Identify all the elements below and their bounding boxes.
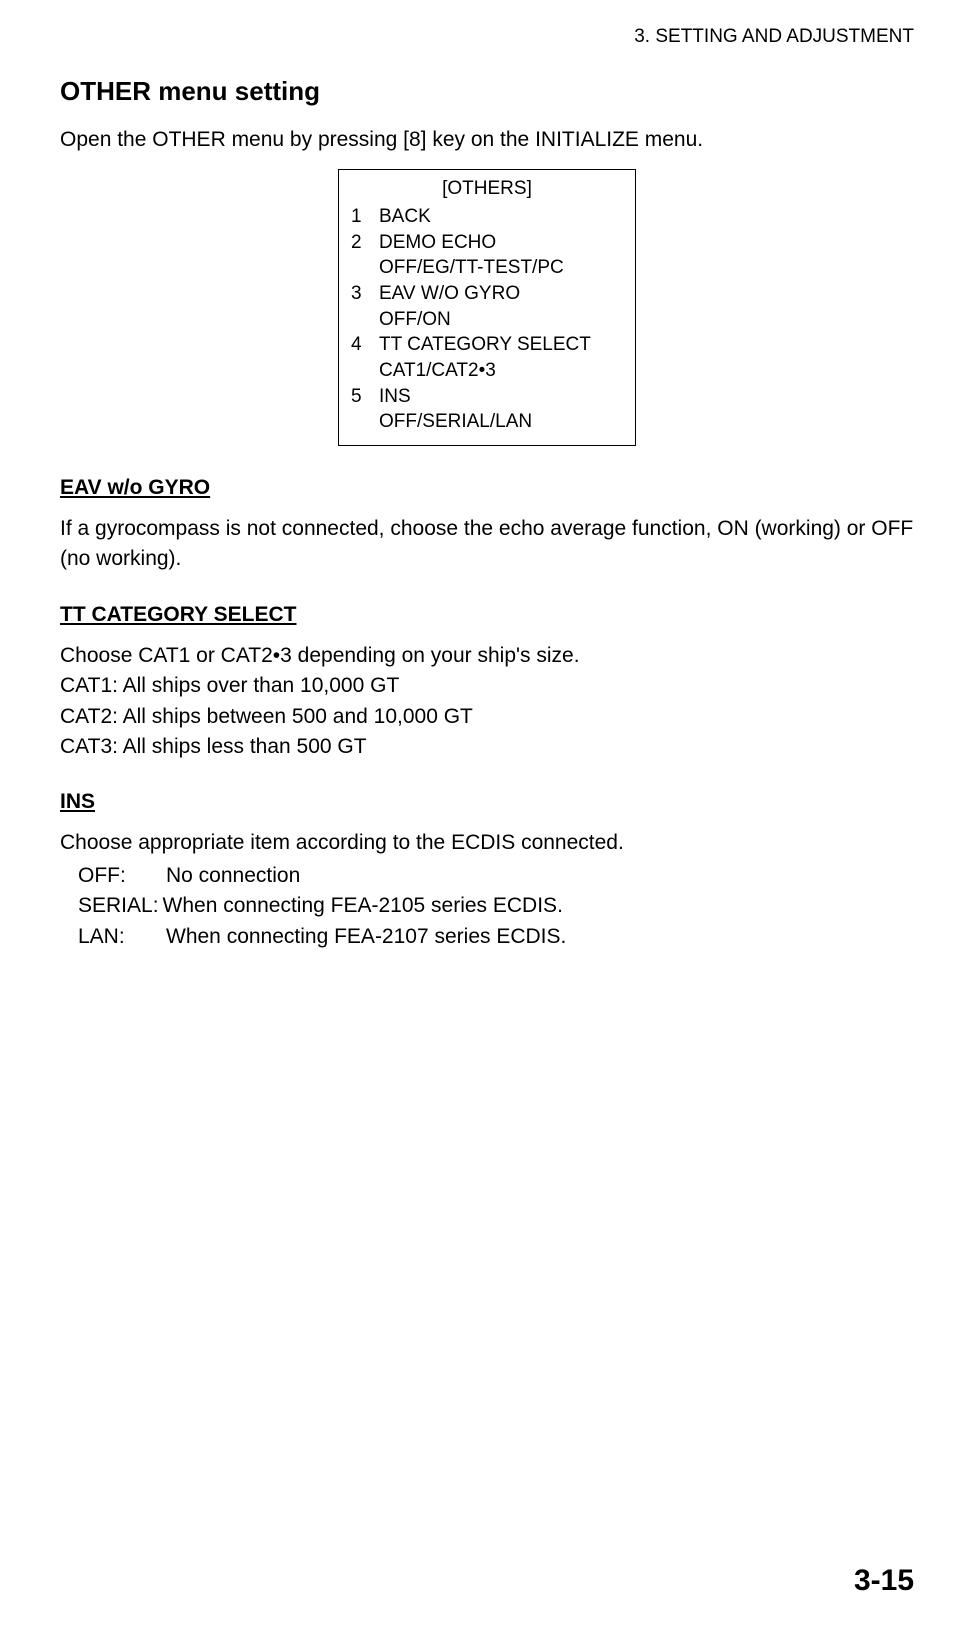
menu-item-number: 2 bbox=[351, 230, 379, 256]
menu-item: 5 INS bbox=[351, 384, 623, 410]
ins-option-key: OFF: bbox=[78, 861, 166, 891]
ins-option-row: LAN: When connecting FEA-2107 series ECD… bbox=[78, 922, 914, 952]
subsection-tt-line4: CAT3: All ships less than 500 GT bbox=[60, 732, 914, 762]
menu-item-label: TT CATEGORY SELECT bbox=[379, 332, 623, 358]
menu-item-number: 3 bbox=[351, 281, 379, 307]
page-number: 3-15 bbox=[854, 1564, 914, 1598]
menu-item-number: 5 bbox=[351, 384, 379, 410]
menu-item-label: DEMO ECHO bbox=[379, 230, 623, 256]
others-menu-box: [OTHERS] 1 BACK 2 DEMO ECHO OFF/EG/TT-TE… bbox=[338, 169, 636, 445]
menu-item-number-blank bbox=[351, 255, 379, 281]
subsection-tt-line1: Choose CAT1 or CAT2•3 depending on your … bbox=[60, 641, 914, 671]
subsection-tt-line3: CAT2: All ships between 500 and 10,000 G… bbox=[60, 702, 914, 732]
ins-option-value: When connecting FEA-2105 series ECDIS. bbox=[159, 891, 914, 921]
subsection-eav-heading: EAV w/o GYRO bbox=[60, 476, 914, 500]
menu-item-number-blank bbox=[351, 358, 379, 384]
menu-item-number: 4 bbox=[351, 332, 379, 358]
subsection-ins-options: OFF: No connection SERIAL: When connecti… bbox=[60, 861, 914, 952]
ins-option-key: SERIAL: bbox=[78, 891, 159, 921]
menu-item-label: EAV W/O GYRO bbox=[379, 281, 623, 307]
menu-item-sublabel: OFF/SERIAL/LAN bbox=[379, 409, 623, 435]
ins-option-value: When connecting FEA-2107 series ECDIS. bbox=[166, 922, 914, 952]
menu-item-sublabel: OFF/ON bbox=[379, 307, 623, 333]
subsection-eav-body: If a gyrocompass is not connected, choos… bbox=[60, 514, 914, 575]
menu-item-number-blank bbox=[351, 409, 379, 435]
subsection-ins-heading: INS bbox=[60, 790, 914, 814]
menu-item-number-blank bbox=[351, 307, 379, 333]
subsection-tt-line2: CAT1: All ships over than 10,000 GT bbox=[60, 671, 914, 701]
subsection-ins-body: Choose appropriate item according to the… bbox=[60, 828, 914, 858]
menu-item-sub: CAT1/CAT2•3 bbox=[351, 358, 623, 384]
page: 3. SETTING AND ADJUSTMENT OTHER menu set… bbox=[0, 0, 974, 1632]
menu-item: 4 TT CATEGORY SELECT bbox=[351, 332, 623, 358]
ins-option-key: LAN: bbox=[78, 922, 166, 952]
menu-item-sub: OFF/SERIAL/LAN bbox=[351, 409, 623, 435]
subsection-tt-heading: TT CATEGORY SELECT bbox=[60, 603, 914, 627]
ins-option-row: SERIAL: When connecting FEA-2105 series … bbox=[78, 891, 914, 921]
running-header: 3. SETTING AND ADJUSTMENT bbox=[60, 26, 914, 48]
ins-option-row: OFF: No connection bbox=[78, 861, 914, 891]
menu-item-sub: OFF/EG/TT-TEST/PC bbox=[351, 255, 623, 281]
others-menu-title: [OTHERS] bbox=[351, 176, 623, 202]
menu-item-sub: OFF/ON bbox=[351, 307, 623, 333]
menu-item-number: 1 bbox=[351, 204, 379, 230]
section-heading: OTHER menu setting bbox=[60, 76, 914, 107]
menu-item: 2 DEMO ECHO bbox=[351, 230, 623, 256]
intro-paragraph: Open the OTHER menu by pressing [8] key … bbox=[60, 125, 914, 155]
menu-item-label: INS bbox=[379, 384, 623, 410]
menu-item: 3 EAV W/O GYRO bbox=[351, 281, 623, 307]
ins-option-value: No connection bbox=[166, 861, 914, 891]
menu-item-label: BACK bbox=[379, 204, 623, 230]
menu-item-sublabel: CAT1/CAT2•3 bbox=[379, 358, 623, 384]
menu-item-sublabel: OFF/EG/TT-TEST/PC bbox=[379, 255, 623, 281]
menu-item: 1 BACK bbox=[351, 204, 623, 230]
